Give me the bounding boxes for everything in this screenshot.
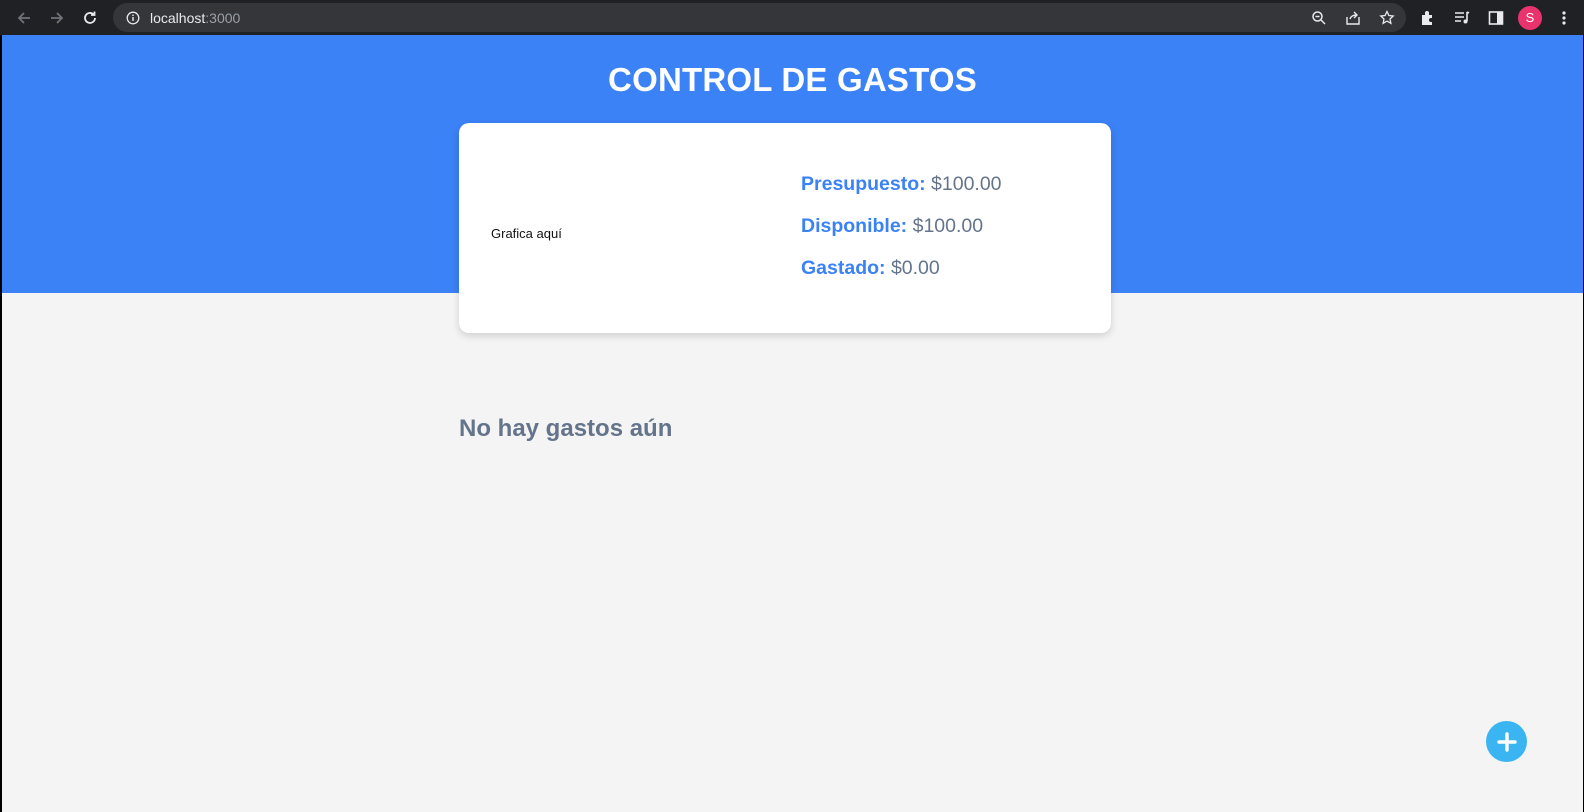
media-queue-icon[interactable] <box>1450 6 1474 30</box>
stat-budget-value: $100.00 <box>931 173 1002 195</box>
star-icon[interactable] <box>1376 7 1398 29</box>
url-port: :3000 <box>205 9 241 26</box>
stat-available: Disponible: $100.00 <box>801 215 1002 241</box>
budget-stats: Presupuesto: $100.00 Disponible: $100.00… <box>801 173 1002 299</box>
omnibox-actions <box>1308 3 1398 32</box>
zoom-icon[interactable] <box>1308 7 1330 29</box>
nav-buttons <box>8 2 106 34</box>
profile-avatar[interactable]: S <box>1518 5 1542 30</box>
browser-toolbar: localhost:3000 S <box>0 0 1584 35</box>
stat-budget: Presupuesto: $100.00 <box>801 173 1002 199</box>
extensions-icon[interactable] <box>1416 6 1440 30</box>
stat-spent-value: $0.00 <box>890 257 940 279</box>
stat-budget-label: Presupuesto: <box>801 173 926 195</box>
reload-icon <box>84 11 96 24</box>
info-icon[interactable] <box>125 10 141 26</box>
stat-spent-label: Gastado: <box>801 257 886 279</box>
arrow-right-icon <box>51 11 64 24</box>
add-expense-button[interactable] <box>1486 721 1527 762</box>
url-host: localhost <box>150 9 206 26</box>
stat-available-label: Disponible: <box>801 215 908 237</box>
address-bar[interactable]: localhost:3000 <box>113 3 1406 32</box>
kebab-menu-icon[interactable] <box>1552 6 1576 30</box>
page-viewport: CONTROL DE GASTOS Grafica aquí Presupues… <box>2 35 1583 812</box>
budget-card: Grafica aquí Presupuesto: $100.00 Dispon… <box>459 123 1111 333</box>
plus-icon <box>1496 731 1517 752</box>
empty-expenses-message: No hay gastos aún <box>459 415 673 442</box>
forward-button[interactable] <box>41 2 73 34</box>
back-button[interactable] <box>8 2 40 34</box>
share-icon[interactable] <box>1342 7 1364 29</box>
page-title: CONTROL DE GASTOS <box>608 61 977 98</box>
toolbar-right: S <box>1416 0 1576 35</box>
chart-placeholder: Grafica aquí <box>491 226 562 241</box>
url-text[interactable]: localhost:3000 <box>150 10 240 26</box>
side-panel-icon[interactable] <box>1484 6 1508 30</box>
reload-button[interactable] <box>74 2 106 34</box>
stat-available-value: $100.00 <box>912 215 984 237</box>
arrow-left-icon <box>17 11 30 24</box>
stat-spent: Gastado: $0.00 <box>801 257 1002 283</box>
